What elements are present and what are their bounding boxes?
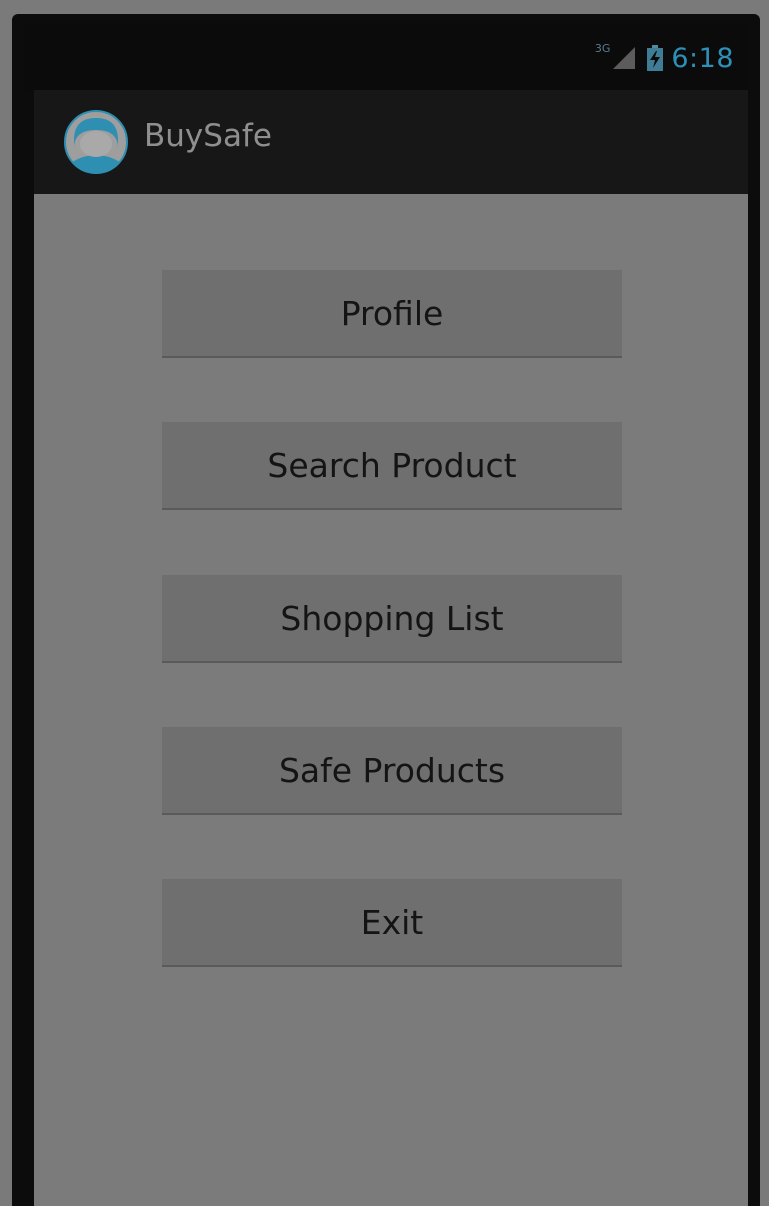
- profile-button[interactable]: Profile: [162, 270, 622, 358]
- search-product-button[interactable]: Search Product: [162, 422, 622, 510]
- status-bar: 3G 6:18: [24, 24, 748, 90]
- app-title: BuySafe: [144, 118, 272, 154]
- screenshot-frame: 3G 6:18 BuySafe Profile Search Product S…: [0, 0, 769, 1206]
- shopping-list-button[interactable]: Shopping List: [162, 575, 622, 663]
- network-type-label: 3G: [594, 42, 611, 55]
- main-menu: Profile Search Product Shopping List Saf…: [34, 194, 748, 1206]
- battery-charging-icon: [647, 45, 664, 71]
- status-icons: 3G 6:18: [595, 40, 734, 76]
- signal-icon: [613, 47, 636, 69]
- action-bar: BuySafe: [34, 90, 748, 194]
- safe-products-button[interactable]: Safe Products: [162, 727, 622, 815]
- exit-button[interactable]: Exit: [162, 879, 622, 967]
- buysafe-logo-icon[interactable]: [64, 110, 128, 174]
- status-clock: 6:18: [671, 42, 734, 74]
